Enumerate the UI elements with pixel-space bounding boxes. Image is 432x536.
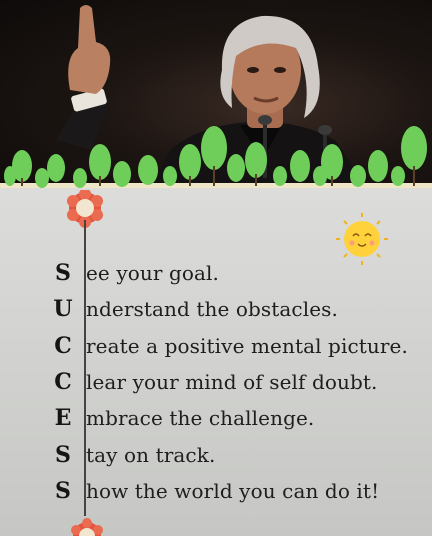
acrostic-letter: S xyxy=(55,260,71,287)
list-item: S tay on track. xyxy=(52,436,422,472)
acrostic-text: lear your mind of self doubt. xyxy=(86,370,378,395)
list-item: E mbrace the challenge. xyxy=(52,400,422,436)
acrostic-list: S ee your goal. U nderstand the obstacle… xyxy=(52,255,422,509)
flower-icon xyxy=(71,518,103,536)
acrostic-text: mbrace the challenge. xyxy=(86,406,315,431)
speaker-photo xyxy=(0,0,432,192)
list-item: S how the world you can do it! xyxy=(52,473,422,509)
raised-hand xyxy=(68,5,111,94)
acrostic-text: how the world you can do it! xyxy=(86,478,380,503)
acrostic-letter: C xyxy=(54,332,72,359)
acrostic-letter: S xyxy=(55,477,71,504)
speaker-illustration xyxy=(0,5,432,192)
acrostic-text: tay on track. xyxy=(86,442,216,467)
acrostic-text: nderstand the obstacles. xyxy=(86,297,338,322)
acrostic-text: ee your goal. xyxy=(86,261,219,286)
acrostic-letter: S xyxy=(55,441,71,468)
list-item: U nderstand the obstacles. xyxy=(52,291,422,327)
acrostic-text: reate a positive mental picture. xyxy=(86,333,408,358)
acrostic-letter: U xyxy=(53,296,73,323)
acrostic-letter: C xyxy=(54,369,72,396)
list-item: C lear your mind of self doubt. xyxy=(52,364,422,400)
list-item: S ee your goal. xyxy=(52,255,422,291)
list-item: C reate a positive mental picture. xyxy=(52,328,422,364)
acrostic-letter: E xyxy=(54,405,72,432)
